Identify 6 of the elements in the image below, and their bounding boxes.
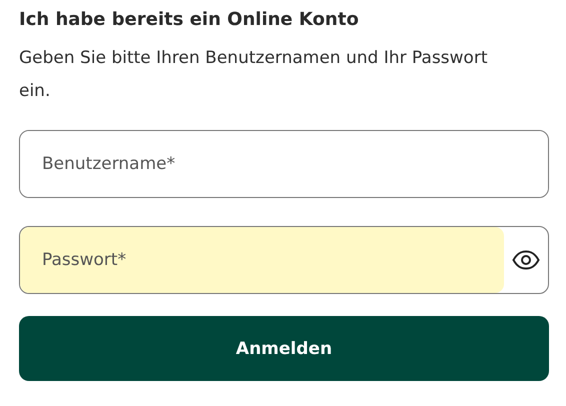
- login-button[interactable]: Anmelden: [19, 316, 549, 381]
- instruction-text: Geben Sie bitte Ihren Benutzernamen und Ihr Passwort ein.: [19, 47, 488, 103]
- username-field[interactable]: Benutzername*: [19, 130, 549, 198]
- form-heading: Ich habe bereits ein Online Konto: [19, 8, 360, 32]
- eye-icon: [512, 250, 540, 270]
- password-field[interactable]: Passwort*: [19, 226, 549, 294]
